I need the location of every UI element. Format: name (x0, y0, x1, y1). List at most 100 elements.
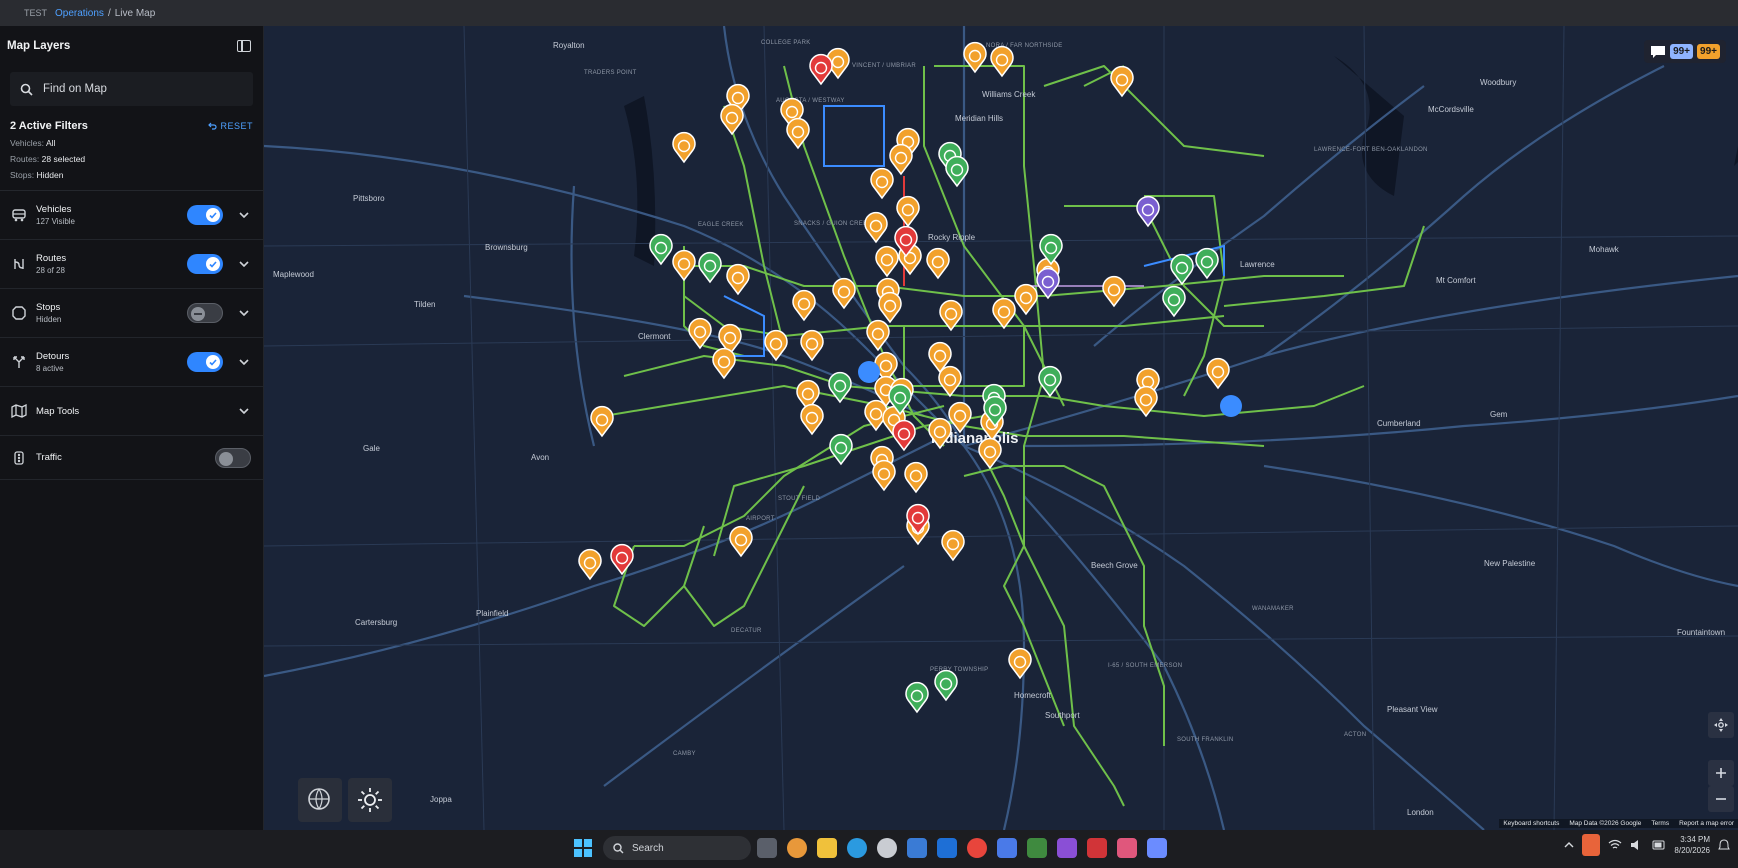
ontime-vehicle-marker[interactable] (945, 155, 969, 188)
chevron-up-icon[interactable] (1564, 842, 1574, 848)
vscode-icon[interactable] (937, 838, 957, 858)
app-icon[interactable] (997, 838, 1017, 858)
late-vehicle-marker[interactable] (712, 347, 736, 380)
detour-vehicle-marker[interactable] (1136, 195, 1160, 228)
late-vehicle-marker[interactable] (800, 403, 824, 436)
app-icon[interactable] (1027, 838, 1047, 858)
taskbar-search[interactable]: Search (603, 836, 751, 860)
notification-bell-icon[interactable] (1718, 839, 1730, 851)
ontime-vehicle-marker[interactable] (649, 233, 673, 266)
alerts-badge[interactable]: 99+ (1697, 44, 1720, 59)
app-icon[interactable] (877, 838, 897, 858)
late-vehicle-marker[interactable] (1014, 283, 1038, 316)
chevron-down-icon[interactable] (237, 208, 251, 222)
mail-icon[interactable] (907, 838, 927, 858)
detour-vehicle-marker[interactable] (1036, 267, 1060, 300)
chevron-down-icon[interactable] (237, 404, 251, 418)
chrome-icon[interactable] (967, 838, 987, 858)
late-vehicle-marker[interactable] (864, 211, 888, 244)
late-vehicle-marker[interactable] (978, 437, 1002, 470)
late-vehicle-marker[interactable] (889, 143, 913, 176)
breadcrumb-operations-link[interactable]: Operations (55, 8, 104, 19)
report-map-error-link[interactable]: Report a map error (1679, 820, 1734, 827)
file-explorer-icon[interactable] (817, 838, 837, 858)
detours-toggle[interactable] (187, 352, 223, 372)
late-vehicle-marker[interactable] (832, 277, 856, 310)
alert-vehicle-marker[interactable] (610, 543, 634, 576)
late-vehicle-marker[interactable] (672, 249, 696, 282)
zoom-out-button[interactable] (1708, 786, 1734, 812)
late-vehicle-marker[interactable] (800, 329, 824, 362)
late-vehicle-marker[interactable] (992, 297, 1016, 330)
late-vehicle-marker[interactable] (590, 405, 614, 438)
ontime-vehicle-marker[interactable] (1162, 285, 1186, 318)
late-vehicle-marker[interactable] (939, 299, 963, 332)
late-vehicle-marker[interactable] (578, 548, 602, 581)
vehicle-markers-layer[interactable] (264, 26, 1738, 830)
alert-vehicle-marker[interactable] (809, 53, 833, 86)
stop-cluster-marker[interactable] (858, 361, 880, 383)
layer-row-vehicles[interactable]: Vehicles 127 Visible (0, 191, 263, 240)
volume-icon[interactable] (1630, 839, 1644, 851)
ontime-vehicle-marker[interactable] (1038, 365, 1062, 398)
late-vehicle-marker[interactable] (764, 329, 788, 362)
find-on-map-search[interactable]: Find on Map (10, 72, 253, 106)
task-view-icon[interactable] (757, 838, 777, 858)
ontime-vehicle-marker[interactable] (1195, 247, 1219, 280)
late-vehicle-marker[interactable] (1134, 385, 1158, 418)
late-vehicle-marker[interactable] (941, 529, 965, 562)
late-vehicle-marker[interactable] (963, 41, 987, 74)
late-vehicle-marker[interactable] (875, 245, 899, 278)
wifi-icon[interactable] (1608, 839, 1622, 851)
windows-start-icon[interactable] (574, 839, 592, 857)
vehicles-toggle[interactable] (187, 205, 223, 225)
zoom-in-button[interactable] (1708, 760, 1734, 786)
app-icon[interactable] (1147, 838, 1167, 858)
late-vehicle-marker[interactable] (866, 319, 890, 352)
late-vehicle-marker[interactable] (729, 525, 753, 558)
layer-row-detours[interactable]: Detours 8 active (0, 338, 263, 387)
late-vehicle-marker[interactable] (870, 167, 894, 200)
chevron-down-icon[interactable] (237, 355, 251, 369)
alert-vehicle-marker[interactable] (892, 419, 916, 452)
late-vehicle-marker[interactable] (720, 103, 744, 136)
late-vehicle-marker[interactable] (1008, 647, 1032, 680)
late-vehicle-marker[interactable] (990, 45, 1014, 78)
ontime-vehicle-marker[interactable] (828, 371, 852, 404)
stop-cluster-marker[interactable] (1220, 395, 1242, 417)
microphone-icon[interactable] (1582, 834, 1601, 856)
collapse-sidebar-icon[interactable] (237, 40, 251, 52)
late-vehicle-marker[interactable] (688, 317, 712, 350)
layer-row-stops[interactable]: Stops Hidden (0, 289, 263, 338)
app-icon[interactable] (1057, 838, 1077, 858)
late-vehicle-marker[interactable] (792, 289, 816, 322)
layer-row-routes[interactable]: Routes 28 of 28 (0, 240, 263, 289)
ontime-vehicle-marker[interactable] (905, 681, 929, 714)
late-vehicle-marker[interactable] (926, 247, 950, 280)
late-vehicle-marker[interactable] (948, 401, 972, 434)
keyboard-shortcuts-link[interactable]: Keyboard shortcuts (1503, 820, 1559, 827)
late-vehicle-marker[interactable] (872, 459, 896, 492)
late-vehicle-marker[interactable] (928, 417, 952, 450)
routes-toggle[interactable] (187, 254, 223, 274)
widgets-icon[interactable] (787, 838, 807, 858)
late-vehicle-marker[interactable] (904, 461, 928, 494)
late-vehicle-marker[interactable] (786, 117, 810, 150)
recenter-button[interactable] (1708, 712, 1734, 738)
notification-badges[interactable]: 99+ 99+ (1644, 40, 1726, 63)
layer-row-map-tools[interactable]: Map Tools (0, 387, 263, 436)
edge-icon[interactable] (847, 838, 867, 858)
late-vehicle-marker[interactable] (1206, 357, 1230, 390)
traffic-toggle[interactable] (215, 447, 251, 468)
terms-link[interactable]: Terms (1651, 820, 1669, 827)
layer-row-traffic[interactable]: Traffic (0, 436, 263, 480)
map-type-button[interactable] (298, 778, 342, 822)
ontime-vehicle-marker[interactable] (1170, 253, 1194, 286)
live-map[interactable]: Royalton COLLEGE PARK NORA / FAR NORTHSI… (264, 26, 1738, 830)
late-vehicle-marker[interactable] (1110, 65, 1134, 98)
late-vehicle-marker[interactable] (896, 195, 920, 228)
theme-toggle-button[interactable] (348, 778, 392, 822)
ontime-vehicle-marker[interactable] (829, 433, 853, 466)
stops-toggle[interactable] (187, 303, 223, 323)
taskbar-clock[interactable]: 3:34 PM 8/20/2026 (1674, 834, 1710, 856)
